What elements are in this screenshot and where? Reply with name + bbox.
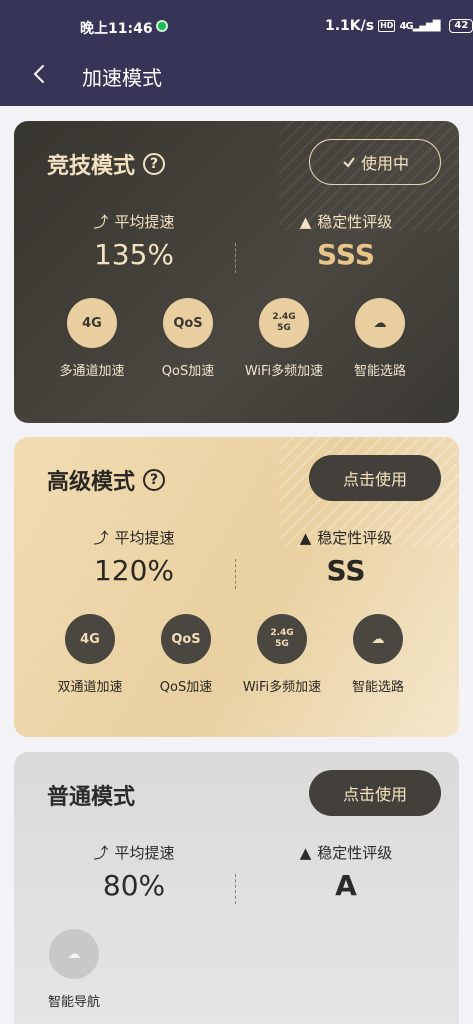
mode-title: 高级模式 ? (47, 464, 166, 496)
stability-metric: ▲ 稳定性评级 SSS (246, 211, 446, 272)
stability-grade: SS (326, 554, 366, 587)
dual-channel-4g-icon: 4G (65, 614, 115, 664)
stability-grade: SSS (317, 238, 375, 271)
wifi-multiband-icon: 2.4G 5G (257, 614, 307, 664)
warning-triangle-icon: ▲ (299, 843, 312, 862)
status-time: 晚上11:46 (80, 21, 153, 37)
page-title: 加速模式 (82, 66, 162, 90)
warning-triangle-icon: ▲ (299, 212, 312, 231)
trend-icon: ⤴ (93, 529, 109, 547)
feature-item: 4G 多通道加速 (44, 298, 140, 379)
metric-divider (235, 243, 236, 273)
check-icon (343, 157, 355, 168)
feature-item: QoS QoS加速 (138, 614, 234, 695)
help-icon[interactable]: ? (143, 153, 166, 175)
multi-channel-4g-icon: 4G (67, 298, 117, 348)
wifi-multiband-icon: 2.4G 5G (259, 298, 309, 348)
avg-speed-metric: ⤴ 平均提速 120% (34, 527, 234, 587)
feature-item: 2.4G 5G WiFi多频加速 (234, 614, 330, 695)
feature-list: 4G 双通道加速 QoS QoS加速 2.4G 5G WiFi多频加速 ☁ 智能选… (14, 614, 459, 695)
status-indicators: 1.1K/s HD 4G▂▄▆█ 42 (325, 18, 473, 34)
feature-item: 2.4G 5G WiFi多频加速 (236, 298, 332, 379)
hd-icon: HD (378, 20, 396, 32)
signal-icon: 4G▂▄▆█ (399, 20, 440, 32)
help-icon[interactable]: ? (143, 469, 166, 491)
warning-triangle-icon: ▲ (299, 528, 312, 547)
feature-item: ☁ 智能选路 (330, 614, 426, 695)
feature-list: ☁ 智能导航 (14, 929, 459, 1010)
battery-icon: 42 (449, 19, 473, 33)
in-use-button[interactable]: 使用中 (309, 139, 441, 185)
avg-speed-value: 135% (93, 238, 175, 271)
mode-card-normal: 普通模式 点击使用 ⤴ 平均提速 80% ▲ 稳定性评级 A ☁ 智能导航 (14, 752, 459, 1024)
status-bar: 晚上11:46 1.1K/s HD 4G▂▄▆█ 42 (0, 0, 473, 50)
cloud-route-icon: ☁ (353, 614, 403, 664)
metric-divider (235, 874, 236, 904)
qos-icon: QoS (163, 298, 213, 348)
stability-grade: A (335, 869, 357, 902)
use-button[interactable]: 点击使用 (309, 455, 441, 501)
avg-speed-metric: ⤴ 平均提速 80% (34, 842, 234, 902)
feature-item: ☁ 智能选路 (332, 298, 428, 379)
use-button[interactable]: 点击使用 (309, 770, 441, 816)
avg-speed-value: 120% (93, 554, 175, 587)
feature-item: QoS QoS加速 (140, 298, 236, 379)
cloud-route-icon: ☁ (49, 929, 99, 979)
qos-icon: QoS (161, 614, 211, 664)
trend-icon: ⤴ (93, 213, 109, 231)
network-speed: 1.1K/s (325, 18, 375, 34)
cloud-route-icon: ☁ (355, 298, 405, 348)
feature-item: ☁ 智能导航 (26, 929, 122, 1010)
mode-card-competitive: 竞技模式 ? 使用中 ⤴ 平均提速 135% ▲ 稳定性评级 SSS 4G 多通道加… (14, 121, 459, 423)
stability-metric: ▲ 稳定性评级 A (246, 842, 446, 903)
trend-icon: ⤴ (93, 844, 109, 862)
mode-title: 竞技模式 ? (47, 148, 166, 180)
mode-title: 普通模式 (47, 785, 136, 810)
feature-list: 4G 多通道加速 QoS QoS加速 2.4G 5G WiFi多频加速 ☁ 智能选… (14, 298, 459, 379)
feature-item: 4G 双通道加速 (42, 614, 138, 695)
app-notification-icon (156, 20, 168, 32)
mode-card-advanced: 高级模式 ? 点击使用 ⤴ 平均提速 120% ▲ 稳定性评级 SS 4G 双通道加… (14, 437, 459, 737)
metric-divider (235, 559, 236, 589)
avg-speed-metric: ⤴ 平均提速 135% (34, 211, 234, 271)
stability-metric: ▲ 稳定性评级 SS (246, 527, 446, 588)
avg-speed-value: 80% (102, 869, 166, 902)
app-header: 加速模式 (0, 50, 473, 106)
chevron-left-icon[interactable] (28, 62, 52, 86)
